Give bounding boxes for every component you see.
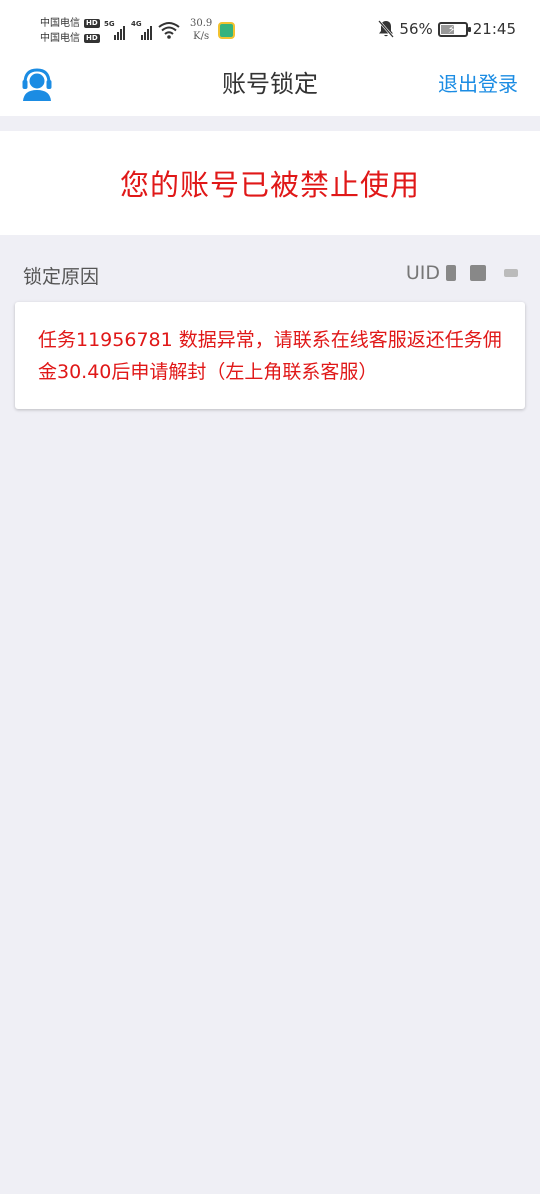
uid-label: UID (405, 262, 440, 284)
uid-redacted-mark (446, 265, 456, 281)
carrier-info: 中国电信 HD 中国电信 HD (40, 16, 100, 46)
lock-reason-card: 任务11956781 数据异常，请联系在线客服返还任务佣金30.40后申请解封（… (15, 302, 525, 409)
battery-icon: ⚡ (437, 21, 471, 37)
account-banned-banner: 您的账号已被禁止使用 (0, 131, 540, 235)
carrier-1-label: 中国电信 (40, 18, 80, 29)
signal-indicators: 5G 4G (104, 20, 180, 40)
hd-badge: HD (84, 19, 100, 28)
battery-percent: 56% (399, 20, 433, 38)
speed-value: 30.9 (190, 18, 213, 29)
signal-5g-icon: 5G (104, 20, 125, 40)
lock-reason-text: 任务11956781 数据异常，请联系在线客服返还任务佣金30.40后申请解封（… (38, 329, 502, 383)
logout-button[interactable]: 退出登录 (438, 68, 518, 97)
signal-4g-icon: 4G (131, 20, 152, 40)
account-locked-screen: 中国电信 HD 中国电信 HD 5G 4G 30.9 K/s 56% ⚡ 21:… (0, 0, 540, 1194)
app-bar: 账号锁定 退出登录 (0, 60, 540, 116)
status-bar: 中国电信 HD 中国电信 HD 5G 4G 30.9 K/s 56% ⚡ 21:… (0, 0, 540, 60)
speed-unit: K/s (193, 31, 210, 42)
uid-redacted-mark (470, 265, 486, 281)
status-right: 56% ⚡ 21:45 (378, 20, 516, 38)
lock-reason-label: 锁定原因 (23, 266, 100, 288)
clock-time: 21:45 (472, 20, 516, 38)
app-notification-icon (218, 22, 235, 39)
wifi-icon (158, 22, 180, 39)
carrier-2-label: 中国电信 (40, 33, 80, 44)
network-speed: 30.9 K/s (190, 17, 212, 43)
bell-off-icon (378, 20, 395, 38)
uid-redacted-mark (504, 269, 518, 277)
uid-row: UID (406, 262, 518, 284)
hd-badge: HD (84, 34, 100, 43)
banned-message: 您的账号已被禁止使用 (119, 168, 420, 202)
charging-bolt-icon: ⚡ (447, 22, 456, 36)
